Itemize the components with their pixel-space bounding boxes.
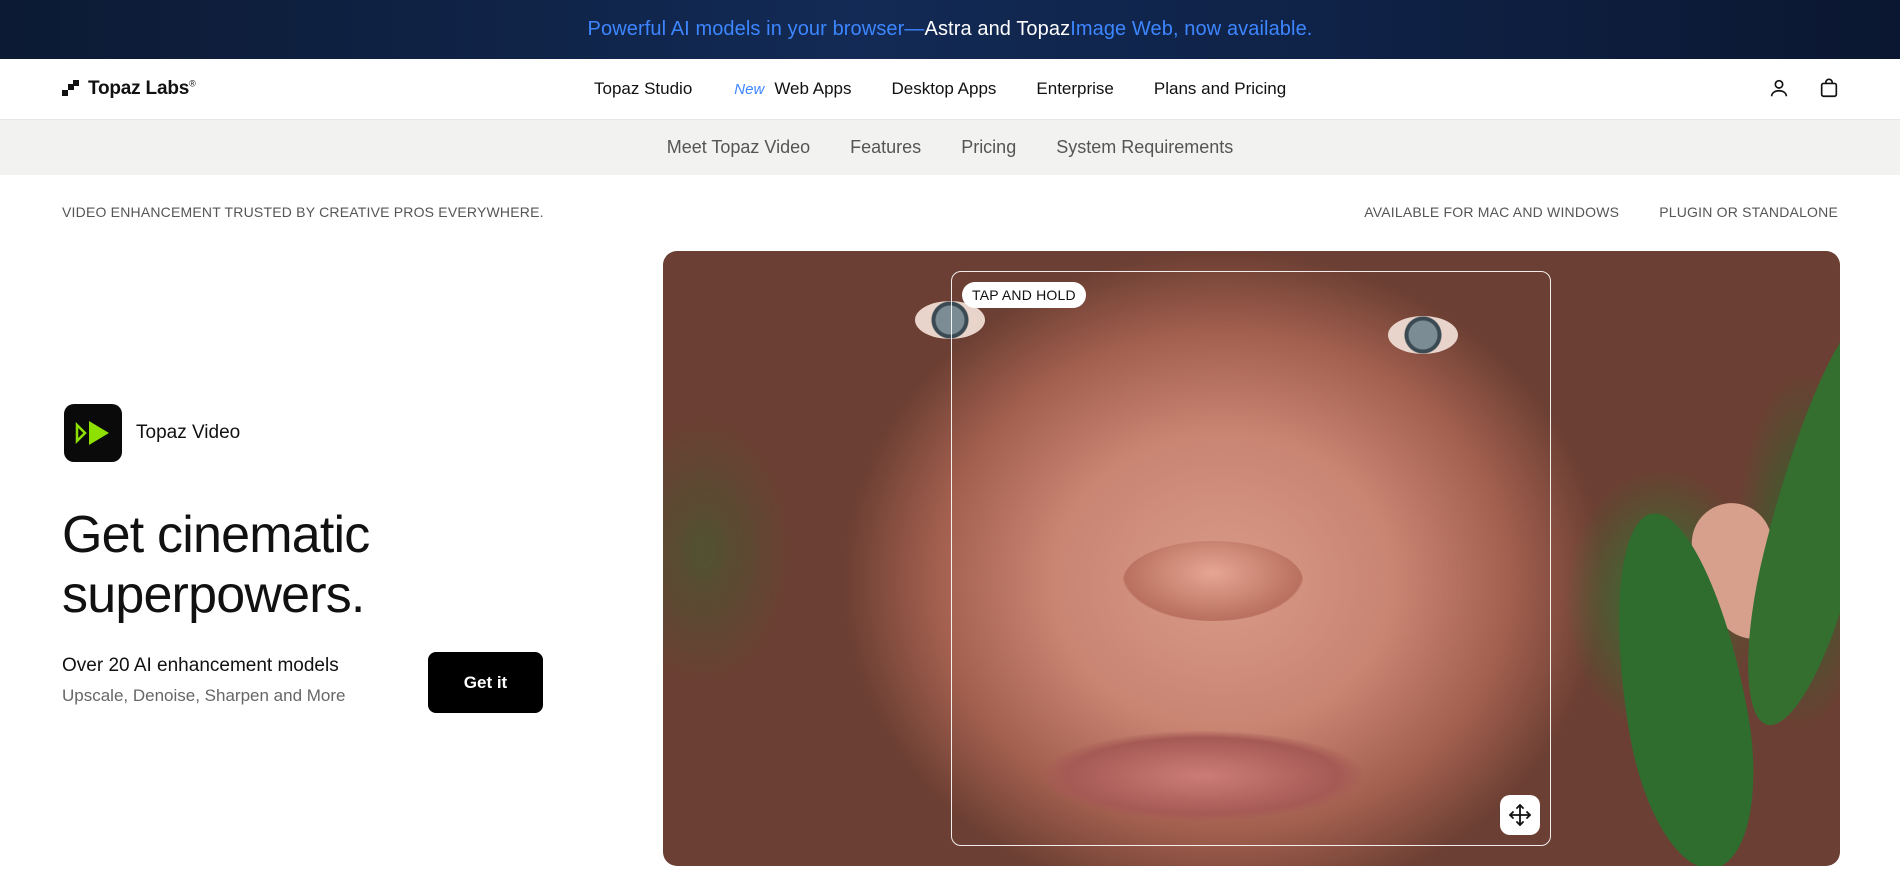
logo-text: Topaz Labs xyxy=(88,78,190,99)
move-handle[interactable] xyxy=(1500,795,1540,835)
nav-item-desktop-apps[interactable]: Desktop Apps xyxy=(892,79,997,99)
move-arrows-icon xyxy=(1509,804,1531,826)
subnav-system-requirements[interactable]: System Requirements xyxy=(1056,137,1233,158)
product-sub-navigation: Meet Topaz Video Features Pricing System… xyxy=(0,120,1900,175)
subnav-pricing[interactable]: Pricing xyxy=(961,137,1016,158)
nav-item-topaz-studio[interactable]: Topaz Studio xyxy=(594,79,692,99)
plugin-or-standalone: PLUGIN OR STANDALONE xyxy=(1659,204,1838,220)
new-badge: New xyxy=(734,80,765,98)
topaz-video-app-icon xyxy=(64,404,122,462)
get-it-button[interactable]: Get it xyxy=(428,652,543,713)
nav-links: Topaz Studio New Web Apps Desktop Apps E… xyxy=(594,59,1326,119)
nav-item-plans-and-pricing[interactable]: Plans and Pricing xyxy=(1154,79,1286,99)
topaz-labs-logo[interactable]: Topaz Labs® xyxy=(62,78,196,100)
announcement-text-part1: Powerful AI models in your browser xyxy=(587,18,905,40)
play-icon xyxy=(75,421,109,445)
tap-and-hold-label: TAP AND HOLD xyxy=(962,282,1086,308)
nav-icon-group xyxy=(1768,77,1840,99)
logo-mark-icon xyxy=(62,80,80,98)
subnav-features[interactable]: Features xyxy=(850,137,921,158)
platform-info: AVAILABLE FOR MAC AND WINDOWS PLUGIN OR … xyxy=(1364,204,1838,220)
subnav-meet-topaz-video[interactable]: Meet Topaz Video xyxy=(667,137,810,158)
nav-item-web-apps-group[interactable]: New Web Apps xyxy=(734,79,851,99)
hero-comparison-image[interactable]: TAP AND HOLD xyxy=(663,251,1840,866)
user-icon[interactable] xyxy=(1768,77,1790,99)
comparison-frame[interactable]: TAP AND HOLD xyxy=(951,271,1551,846)
nav-item-enterprise[interactable]: Enterprise xyxy=(1036,79,1113,99)
shopping-bag-icon[interactable] xyxy=(1818,77,1840,99)
nav-item-web-apps[interactable]: Web Apps xyxy=(774,79,851,99)
hero-headline: Get cinematic superpowers. xyxy=(62,505,370,625)
announcement-text-part3: Astra and Topaz xyxy=(924,18,1071,40)
announcement-bar[interactable]: Powerful AI models in your browser — Ast… xyxy=(0,0,1900,59)
available-platforms: AVAILABLE FOR MAC AND WINDOWS xyxy=(1364,204,1620,220)
announcement-dash: — xyxy=(904,18,925,40)
trusted-tagline: VIDEO ENHANCEMENT TRUSTED BY CREATIVE PR… xyxy=(62,204,544,220)
product-name: Topaz Video xyxy=(136,422,241,443)
headline-line-2: superpowers. xyxy=(62,566,365,624)
headline-line-1: Get cinematic xyxy=(62,506,370,564)
announcement-text-part4: Image Web, now available. xyxy=(1070,18,1313,40)
hero-description: Upscale, Denoise, Sharpen and More xyxy=(62,686,346,705)
hero-subtitle: Over 20 AI enhancement models xyxy=(62,655,339,676)
logo-registered-mark: ® xyxy=(189,78,196,89)
product-badge: Topaz Video xyxy=(64,404,240,462)
main-navigation: Topaz Labs® Topaz Studio New Web Apps De… xyxy=(0,59,1900,120)
